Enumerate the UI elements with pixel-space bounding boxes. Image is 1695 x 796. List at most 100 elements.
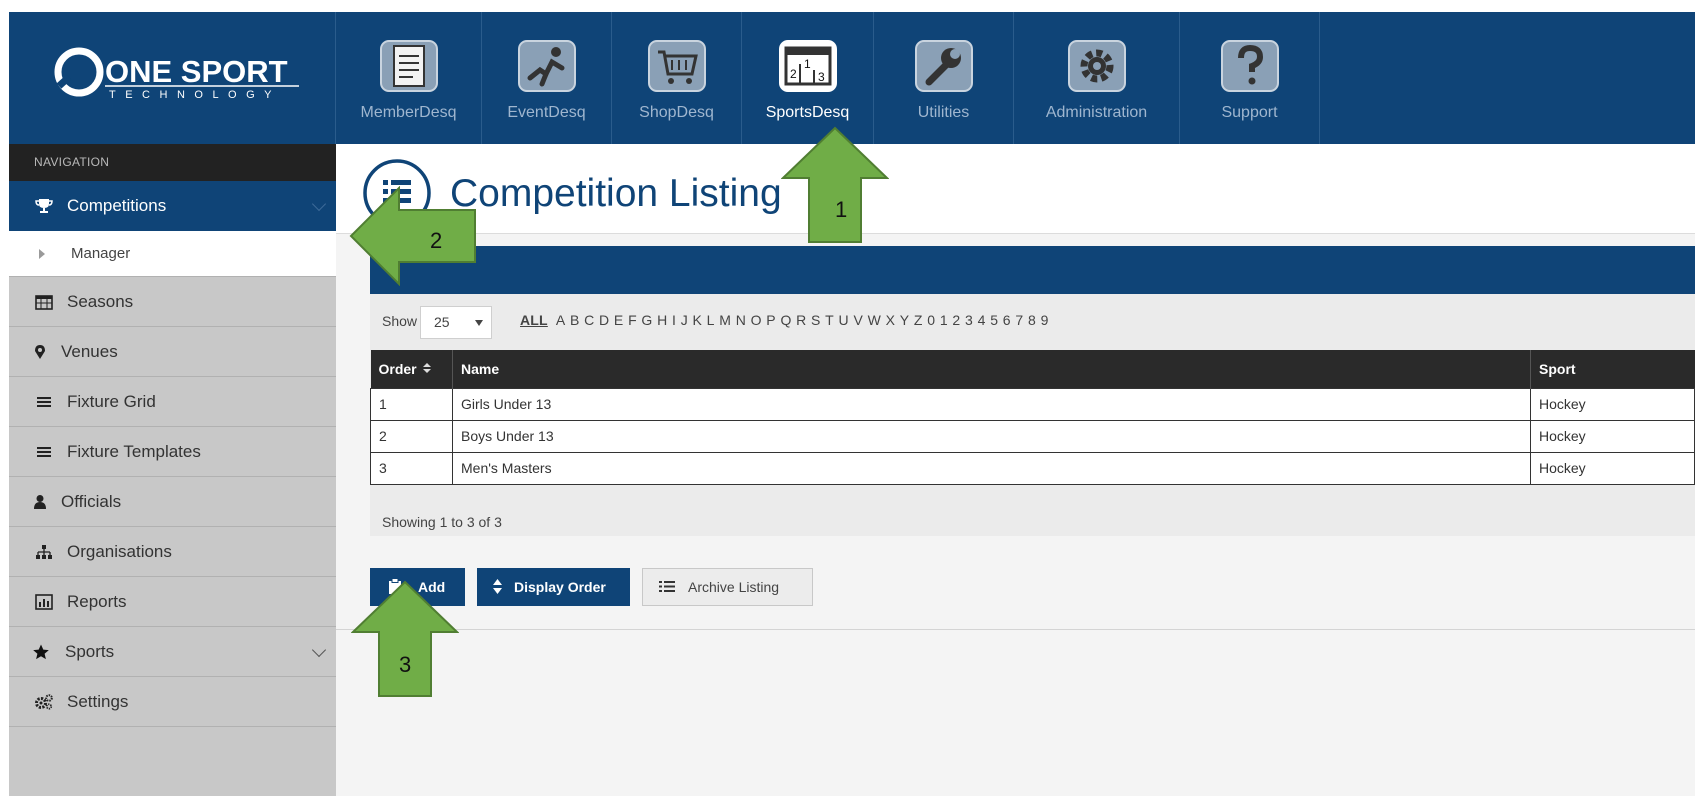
module-label: MemberDesq: [360, 104, 457, 121]
alpha-filter-letter[interactable]: L: [707, 312, 715, 328]
show-label: Show: [382, 313, 418, 329]
alpha-filter-letter[interactable]: T: [825, 312, 834, 328]
alpha-filter-letter[interactable]: E: [614, 312, 624, 328]
column-header-order[interactable]: Order: [370, 350, 453, 388]
sidebar-item-organisations[interactable]: Organisations: [9, 527, 336, 577]
table-row[interactable]: 1 Girls Under 13 Hockey: [370, 387, 1695, 421]
app-window: ONE SPORT TECHNOLOGY MemberDesq EventDes…: [9, 12, 1695, 796]
alpha-filter-letter[interactable]: 8: [1028, 312, 1036, 328]
alpha-filter-letter[interactable]: O: [751, 312, 762, 328]
callout-arrow-3: [351, 580, 459, 697]
page-title-bar: Competition Listing: [336, 144, 1695, 234]
page-size-select[interactable]: 25: [420, 306, 492, 339]
module-administration[interactable]: Administration: [1014, 12, 1180, 144]
alpha-filter-letter[interactable]: Q: [780, 312, 791, 328]
trophy-icon: [35, 199, 53, 213]
sidebar-item-venues[interactable]: Venues: [9, 327, 336, 377]
caret-right-icon: [39, 249, 45, 259]
alpha-filter-letter[interactable]: C: [584, 312, 594, 328]
competitions-table: Order Name Sport 1 Girls Under 13 Hockey 2 B…: [370, 350, 1695, 485]
list-icon: [37, 397, 51, 407]
alpha-filter-letter[interactable]: D: [599, 312, 609, 328]
list-icon: [37, 447, 51, 457]
svg-text:1: 1: [804, 57, 811, 71]
alpha-filter-letter[interactable]: 1: [940, 312, 948, 328]
alpha-filter-letter[interactable]: Y: [900, 312, 910, 328]
alpha-filter-all[interactable]: ALL: [520, 312, 548, 328]
alpha-filter-letter[interactable]: 7: [1015, 312, 1023, 328]
competition-listing-panel: Show 25 ALL A B C D E F G H I J K L M N O P Q R S T U V W X Y Z 0 1 2…: [370, 246, 1695, 536]
alpha-filter-letter[interactable]: K: [693, 312, 703, 328]
panel-header: [370, 246, 1695, 294]
alphabet-filter: ALL A B C D E F G H I J K L M N O P Q R S T U V W X Y Z 0 1 2 3 4 5 6 7 8 9: [520, 312, 1053, 328]
sidebar-item-competitions[interactable]: Competitions: [9, 181, 336, 231]
module-eventdesq[interactable]: EventDesq: [482, 12, 612, 144]
module-shopdesq[interactable]: ShopDesq: [612, 12, 742, 144]
alpha-filter-letter[interactable]: 9: [1041, 312, 1049, 328]
sort-icon[interactable]: [422, 362, 431, 375]
cell-order: 1: [370, 387, 453, 421]
gear-icon: [1067, 40, 1126, 92]
sidebar-item-label: Competitions: [67, 196, 167, 215]
alpha-filter-letter[interactable]: G: [641, 312, 652, 328]
sidebar-item-label: Officials: [61, 492, 122, 511]
alpha-filter-letter[interactable]: W: [868, 312, 881, 328]
star-icon: [33, 644, 49, 660]
sidebar-item-officials[interactable]: Officials: [9, 477, 336, 527]
alpha-filter-letter[interactable]: V: [853, 312, 863, 328]
alpha-filter-letter[interactable]: H: [657, 312, 667, 328]
display-order-button[interactable]: Display Order: [477, 568, 630, 606]
sidebar-item-fixture-grid[interactable]: Fixture Grid: [9, 377, 336, 427]
sidebar-subitem-manager[interactable]: Manager: [9, 231, 336, 277]
sidebar-item-settings[interactable]: Settings: [9, 677, 336, 727]
calendar-icon: [35, 295, 53, 310]
sidebar-item-sports[interactable]: Sports: [9, 627, 336, 677]
alpha-filter-letter[interactable]: N: [736, 312, 746, 328]
chevron-down-icon[interactable]: [311, 642, 327, 658]
module-label: SportsDesq: [765, 104, 850, 121]
alpha-filter-letter[interactable]: B: [570, 312, 580, 328]
alpha-filter-letter[interactable]: M: [719, 312, 731, 328]
divider: [336, 629, 1695, 630]
chevron-down-icon[interactable]: [311, 196, 327, 212]
cell-order: 3: [370, 451, 453, 485]
alpha-filter-letter[interactable]: 2: [952, 312, 960, 328]
filter-row: Show 25 ALL A B C D E F G H I J K L M N O P Q R S T U V W X Y Z 0 1 2…: [370, 294, 1695, 350]
table-row[interactable]: 2 Boys Under 13 Hockey: [370, 419, 1695, 453]
sidebar-item-seasons[interactable]: Seasons: [9, 277, 336, 327]
navigation-heading: NAVIGATION: [9, 144, 336, 181]
alpha-filter-letter[interactable]: 6: [1003, 312, 1011, 328]
svg-text:3: 3: [818, 70, 825, 84]
alpha-filter-letter[interactable]: A: [556, 312, 566, 328]
alpha-filter-letter[interactable]: Z: [914, 312, 923, 328]
alpha-filter-letter[interactable]: J: [681, 312, 688, 328]
module-sportsdesq[interactable]: 2 1 3 SportsDesq: [742, 12, 874, 144]
column-header-sport[interactable]: Sport: [1530, 350, 1695, 388]
alpha-filter-letter[interactable]: R: [796, 312, 806, 328]
module-memberdesq[interactable]: MemberDesq: [336, 12, 482, 144]
module-support[interactable]: Support: [1180, 12, 1320, 144]
alpha-filter-letter[interactable]: 5: [990, 312, 998, 328]
alpha-filter-letter[interactable]: U: [839, 312, 849, 328]
module-utilities[interactable]: Utilities: [874, 12, 1014, 144]
alpha-filter-letter[interactable]: S: [811, 312, 821, 328]
runner-icon: [517, 40, 576, 92]
table-row[interactable]: 3 Men's Masters Hockey: [370, 451, 1695, 485]
callout-arrow-2: [349, 186, 476, 286]
alpha-filter-letter[interactable]: F: [628, 312, 637, 328]
sidebar-item-label: Settings: [67, 692, 129, 711]
table-header-row: Order Name Sport: [370, 350, 1695, 388]
alpha-filter-letter[interactable]: 3: [965, 312, 973, 328]
alpha-filter-letter[interactable]: 4: [978, 312, 986, 328]
alpha-filter-letter[interactable]: P: [766, 312, 776, 328]
shopping-cart-icon: [647, 40, 706, 92]
sidebar-item-reports[interactable]: Reports: [9, 577, 336, 627]
alpha-filter-letter[interactable]: I: [672, 312, 676, 328]
column-header-name[interactable]: Name: [452, 350, 1531, 388]
archive-listing-button[interactable]: Archive Listing: [642, 568, 813, 606]
alpha-filter-letter[interactable]: 0: [927, 312, 935, 328]
brand-logo-area[interactable]: ONE SPORT TECHNOLOGY: [9, 12, 336, 144]
column-header-label: Name: [461, 360, 500, 377]
sidebar-item-fixture-templates[interactable]: Fixture Templates: [9, 427, 336, 477]
alpha-filter-letter[interactable]: X: [886, 312, 896, 328]
